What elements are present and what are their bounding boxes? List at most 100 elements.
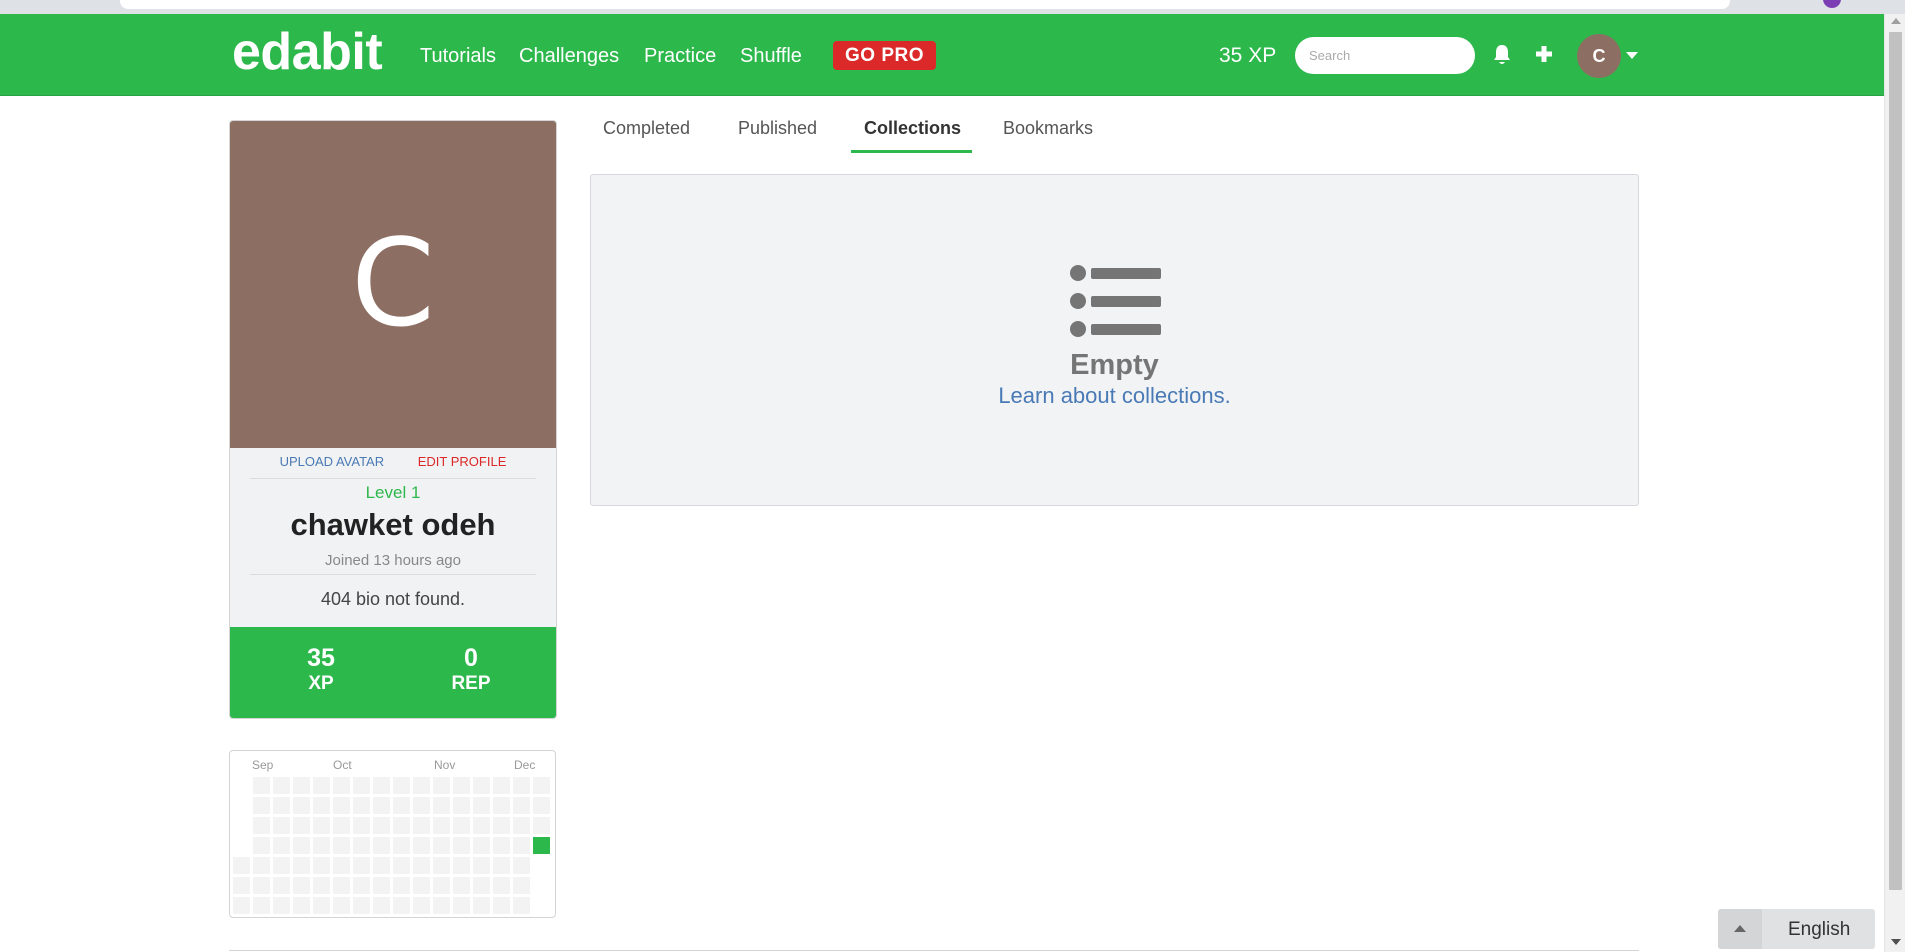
tab-published[interactable]: Published — [738, 119, 817, 137]
activity-cell — [452, 896, 471, 915]
activity-cell — [372, 816, 391, 835]
tab-bookmarks[interactable]: Bookmarks — [1003, 119, 1093, 137]
activity-cell — [492, 836, 511, 855]
nav-tutorials[interactable]: Tutorials — [420, 46, 496, 66]
browser-chrome — [0, 0, 1905, 14]
activity-cell — [392, 896, 411, 915]
xp-value: 35 — [307, 644, 335, 672]
nav-challenges[interactable]: Challenges — [519, 46, 619, 66]
nav-shuffle[interactable]: Shuffle — [740, 46, 802, 66]
activity-cell — [272, 796, 291, 815]
activity-cell — [272, 856, 291, 875]
activity-cell — [472, 876, 491, 895]
divider — [250, 478, 536, 479]
profile-card: C UPLOAD AVATAR EDIT PROFILE Level 1 cha… — [229, 120, 557, 719]
activity-cell — [352, 816, 371, 835]
activity-cell — [312, 796, 331, 815]
profile-actions: UPLOAD AVATAR EDIT PROFILE — [230, 454, 556, 469]
activity-cell — [392, 776, 411, 795]
edabit-logo[interactable]: edabit — [232, 26, 383, 78]
activity-cell — [372, 796, 391, 815]
activity-cell — [252, 856, 271, 875]
scroll-up-icon[interactable] — [1891, 18, 1901, 24]
activity-cell — [392, 856, 411, 875]
activity-heatmap: Sep Oct Nov Dec — [229, 750, 556, 918]
language-selector[interactable]: English — [1718, 909, 1875, 949]
rep-value: 0 — [464, 644, 478, 672]
learn-collections-link[interactable]: Learn about collections. — [591, 383, 1638, 409]
footer-divider — [229, 950, 1639, 951]
activity-cell — [312, 896, 331, 915]
activity-cell — [352, 836, 371, 855]
upload-avatar-link[interactable]: UPLOAD AVATAR — [280, 454, 385, 469]
user-avatar[interactable]: C — [1577, 34, 1621, 78]
rep-label: REP — [451, 672, 491, 694]
activity-cell — [532, 776, 551, 795]
activity-cell — [392, 876, 411, 895]
chevron-down-icon[interactable] — [1626, 52, 1638, 59]
activity-cell — [252, 776, 271, 795]
activity-cell — [272, 776, 291, 795]
activity-cell — [472, 856, 491, 875]
activity-cell — [372, 776, 391, 795]
activity-cell — [292, 796, 311, 815]
page-scrollbar[interactable] — [1884, 14, 1905, 952]
chevron-up-icon[interactable] — [1718, 909, 1762, 949]
activity-cell — [312, 856, 331, 875]
address-bar[interactable] — [120, 0, 1730, 9]
activity-cell — [332, 896, 351, 915]
activity-cell — [312, 776, 331, 795]
activity-cell — [432, 796, 451, 815]
divider — [250, 574, 536, 575]
activity-cell — [292, 896, 311, 915]
plus-icon[interactable] — [1534, 44, 1554, 64]
activity-cell — [512, 876, 531, 895]
activity-cell — [252, 876, 271, 895]
active-tab-indicator — [851, 150, 972, 153]
activity-cell — [232, 876, 251, 895]
profile-avatar: C — [230, 121, 556, 448]
edit-profile-link[interactable]: EDIT PROFILE — [418, 454, 507, 469]
activity-cell — [472, 896, 491, 915]
activity-cell — [352, 796, 371, 815]
month-label: Dec — [514, 758, 536, 772]
activity-cell — [512, 896, 531, 915]
activity-cell — [372, 856, 391, 875]
activity-cell — [272, 836, 291, 855]
search-input[interactable] — [1295, 37, 1475, 74]
top-navbar: edabit Tutorials Challenges Practice Shu… — [0, 14, 1884, 96]
bell-icon[interactable] — [1492, 44, 1512, 66]
tab-collections[interactable]: Collections — [864, 119, 961, 137]
activity-cell — [512, 856, 531, 875]
activity-cell — [412, 896, 431, 915]
scroll-down-icon[interactable] — [1891, 939, 1901, 945]
activity-cell — [492, 776, 511, 795]
activity-cell — [412, 776, 431, 795]
joined-date: Joined 13 hours ago — [325, 552, 461, 569]
activity-cell — [312, 836, 331, 855]
activity-cell — [432, 896, 451, 915]
browser-profile-icon[interactable] — [1823, 0, 1841, 8]
nav-practice[interactable]: Practice — [644, 46, 716, 66]
activity-cell — [292, 816, 311, 835]
rep-stat: 0 REP — [416, 644, 526, 695]
activity-cell — [452, 856, 471, 875]
go-pro-button[interactable]: GO PRO — [833, 41, 936, 70]
language-label: English — [1788, 919, 1851, 940]
activity-cell — [492, 816, 511, 835]
activity-cell — [292, 856, 311, 875]
activity-cell — [512, 776, 531, 795]
activity-cell — [292, 876, 311, 895]
activity-cell — [432, 856, 451, 875]
activity-cell — [532, 816, 551, 835]
activity-cell — [392, 836, 411, 855]
scroll-thumb[interactable] — [1889, 32, 1902, 890]
activity-cell — [252, 896, 271, 915]
activity-cell — [332, 876, 351, 895]
activity-cell — [492, 876, 511, 895]
tab-completed[interactable]: Completed — [603, 119, 690, 137]
activity-cell — [412, 856, 431, 875]
xp-counter: 35 XP — [1219, 44, 1277, 67]
activity-cell — [452, 776, 471, 795]
username: chawket odeh — [290, 507, 496, 542]
